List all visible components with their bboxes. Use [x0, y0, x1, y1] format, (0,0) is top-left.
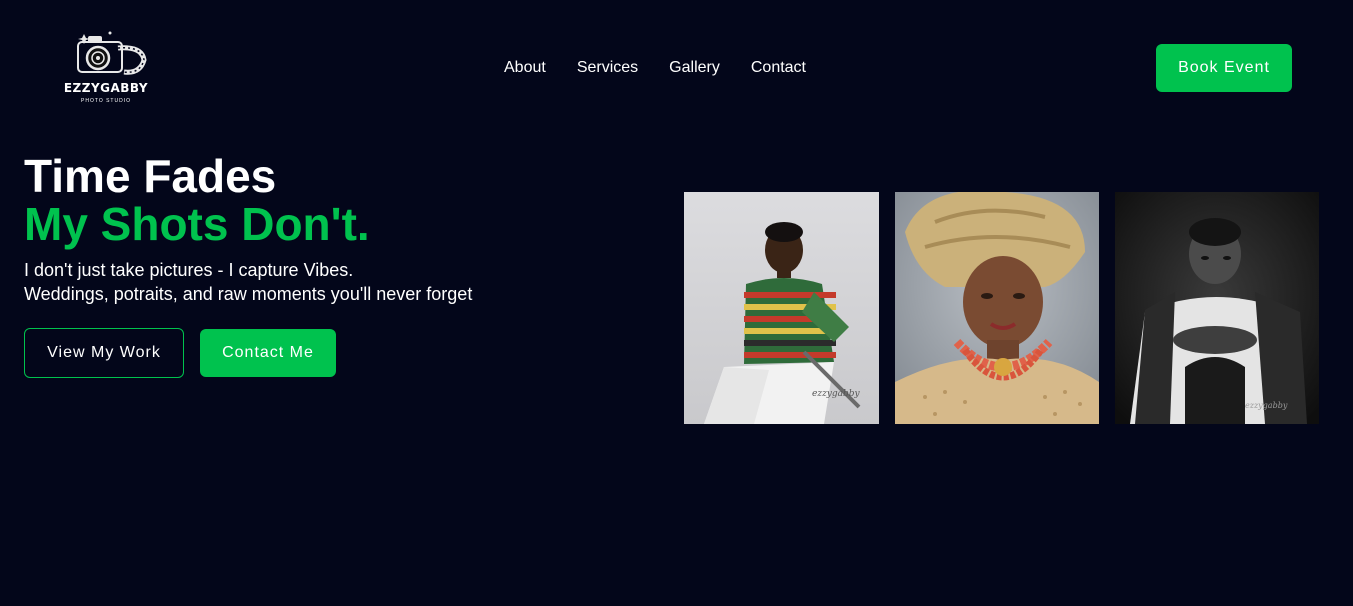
book-event-button[interactable]: Book Event	[1156, 44, 1292, 92]
hero-title-line-2: My Shots Don't.	[24, 198, 370, 250]
gallery-photo-boy-black-white[interactable]: ezzygabby	[1115, 192, 1319, 424]
hero-subtitle-line-2: Weddings, potraits, and raw moments you'…	[24, 284, 473, 304]
main-nav: About Services Gallery Contact	[504, 58, 837, 78]
hero-subtitle-line-1: I don't just take pictures - I capture V…	[24, 260, 354, 280]
nav-link-gallery[interactable]: Gallery	[669, 58, 720, 78]
nav-link-contact[interactable]: Contact	[751, 58, 806, 78]
hero-title-line-1: Time Fades	[24, 150, 277, 202]
hero-subtitle: I don't just take pictures - I capture V…	[24, 258, 472, 306]
gallery-photo-woman-gele[interactable]	[895, 192, 1099, 424]
brand-name: EZZYGABBY	[63, 81, 149, 95]
brand-logo[interactable]: EZZYGABBY PHOTO STUDIO	[60, 28, 152, 110]
camera-logo-icon	[77, 31, 147, 75]
page: EZZYGABBY PHOTO STUDIO About Services Ga…	[0, 0, 1353, 606]
nav-link-services[interactable]: Services	[577, 58, 638, 78]
svg-text:ezzygabby: ezzygabby	[812, 389, 861, 399]
nav-link-about[interactable]: About	[504, 58, 546, 78]
svg-text:ezzygabby: ezzygabby	[1245, 401, 1288, 410]
contact-me-button[interactable]: Contact Me	[200, 329, 336, 377]
hero-title: Time Fades My Shots Don't.	[24, 152, 370, 248]
gallery-photo-boy-striped-shirt[interactable]: ezzygabby	[684, 192, 879, 424]
view-my-work-button[interactable]: View My Work	[24, 328, 184, 378]
brand-tagline: PHOTO STUDIO	[81, 98, 131, 104]
